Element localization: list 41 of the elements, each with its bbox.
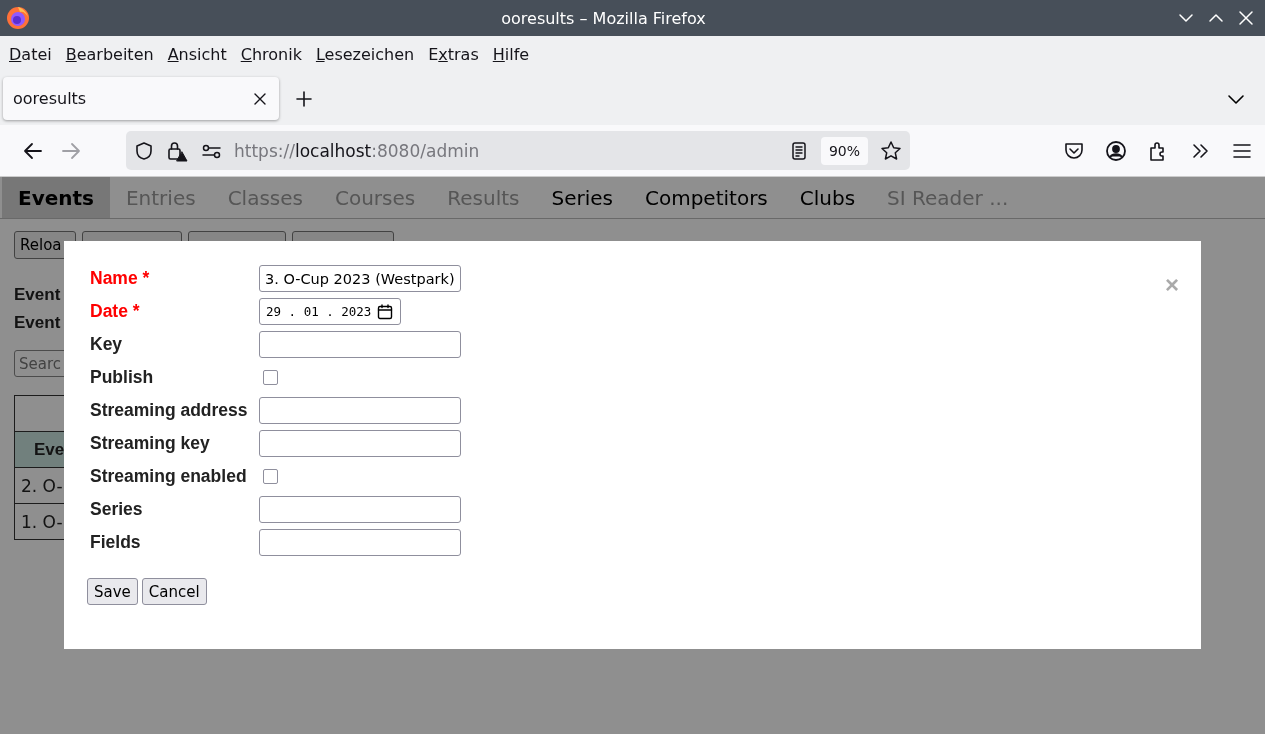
- checkbox[interactable]: [263, 370, 278, 385]
- text-field[interactable]: [259, 331, 461, 358]
- checkbox[interactable]: [263, 469, 278, 484]
- address-bar[interactable]: https://localhost:8080/admin 90%: [126, 131, 910, 170]
- menu-item[interactable]: Bearbeiten: [59, 44, 160, 64]
- zoom-badge[interactable]: 90%: [820, 136, 868, 165]
- account-icon[interactable]: [1105, 139, 1127, 162]
- text-field[interactable]: [259, 397, 461, 424]
- date-field[interactable]: 29 . 01 . 2023: [259, 298, 401, 325]
- nav-tab[interactable]: Competitors: [628, 177, 784, 218]
- text-field[interactable]: 3. O-Cup 2023 (Westpark): [259, 265, 461, 292]
- browser-tab[interactable]: ooresults: [3, 77, 279, 120]
- menu-item[interactable]: Datei: [3, 44, 58, 64]
- url-text[interactable]: https://localhost:8080/admin: [234, 140, 777, 161]
- field-label: Streaming address: [90, 400, 248, 421]
- shield-icon[interactable]: [134, 140, 154, 161]
- dialog-button[interactable]: Cancel: [141, 578, 207, 605]
- text-field[interactable]: [259, 496, 461, 523]
- nav-tab[interactable]: Events: [2, 177, 110, 218]
- calendar-icon[interactable]: [377, 303, 394, 320]
- window-title: ooresults – Mozilla Firefox: [500, 8, 707, 28]
- info-label: Event: [14, 313, 61, 333]
- info-label: Event: [14, 285, 61, 305]
- browser-logo-icon: [6, 6, 30, 30]
- text-field[interactable]: [259, 529, 461, 556]
- dialog-button[interactable]: Save: [87, 578, 138, 605]
- lock-warning-icon[interactable]: [166, 139, 188, 162]
- menu-item[interactable]: Ansicht: [161, 44, 233, 64]
- menu-item[interactable]: Lesezeichen: [309, 44, 421, 64]
- star-icon[interactable]: [880, 139, 902, 162]
- menu-item[interactable]: Extras: [422, 44, 485, 64]
- new-tab-icon[interactable]: [295, 89, 313, 108]
- nav-tab[interactable]: Clubs: [783, 177, 872, 218]
- field-label: Name *: [90, 268, 150, 289]
- menu-item[interactable]: Chronik: [234, 44, 308, 64]
- menu-item[interactable]: Hilfe: [486, 44, 536, 64]
- close-icon[interactable]: [1237, 9, 1255, 27]
- field-label: Date *: [90, 301, 140, 322]
- close-icon[interactable]: [253, 91, 267, 106]
- nav-tab[interactable]: Series: [535, 177, 629, 218]
- text-field[interactable]: [259, 430, 461, 457]
